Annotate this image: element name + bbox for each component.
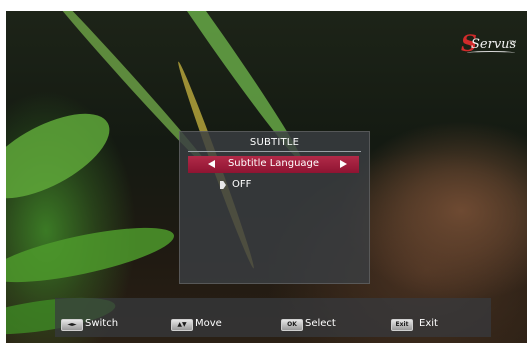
channel-logo: S Servus TV	[461, 31, 521, 61]
exit-key-icon: Exit	[391, 319, 413, 331]
option-label: OFF	[232, 179, 252, 190]
subtitle-language-row[interactable]: Subtitle Language	[188, 156, 359, 173]
logo-swoosh	[467, 51, 515, 55]
hint-exit-label: Exit	[419, 318, 438, 329]
logo-suffix: TV	[509, 40, 516, 46]
up-down-key-icon: ▲▼	[171, 319, 193, 331]
bullet-arrow-icon	[220, 181, 226, 189]
leaf-decoration	[6, 96, 122, 216]
subtitle-language-label: Subtitle Language	[227, 158, 320, 169]
left-right-key-icon: ◄►	[61, 319, 83, 331]
key-hint-bar: ◄► Switch ▲▼ Move OK Select Exit Exit	[55, 298, 491, 337]
hint-move-label: Move	[195, 318, 222, 329]
menu-divider	[188, 151, 361, 152]
menu-title: SUBTITLE	[249, 137, 300, 148]
hint-switch-label: Switch	[85, 318, 119, 329]
ok-key-icon: OK	[281, 319, 303, 331]
subtitle-menu: SUBTITLE Subtitle Language OFF	[179, 131, 370, 284]
arrow-right-icon[interactable]	[340, 160, 347, 168]
leaf-decoration	[6, 216, 178, 294]
hint-select-label: Select	[305, 318, 336, 329]
